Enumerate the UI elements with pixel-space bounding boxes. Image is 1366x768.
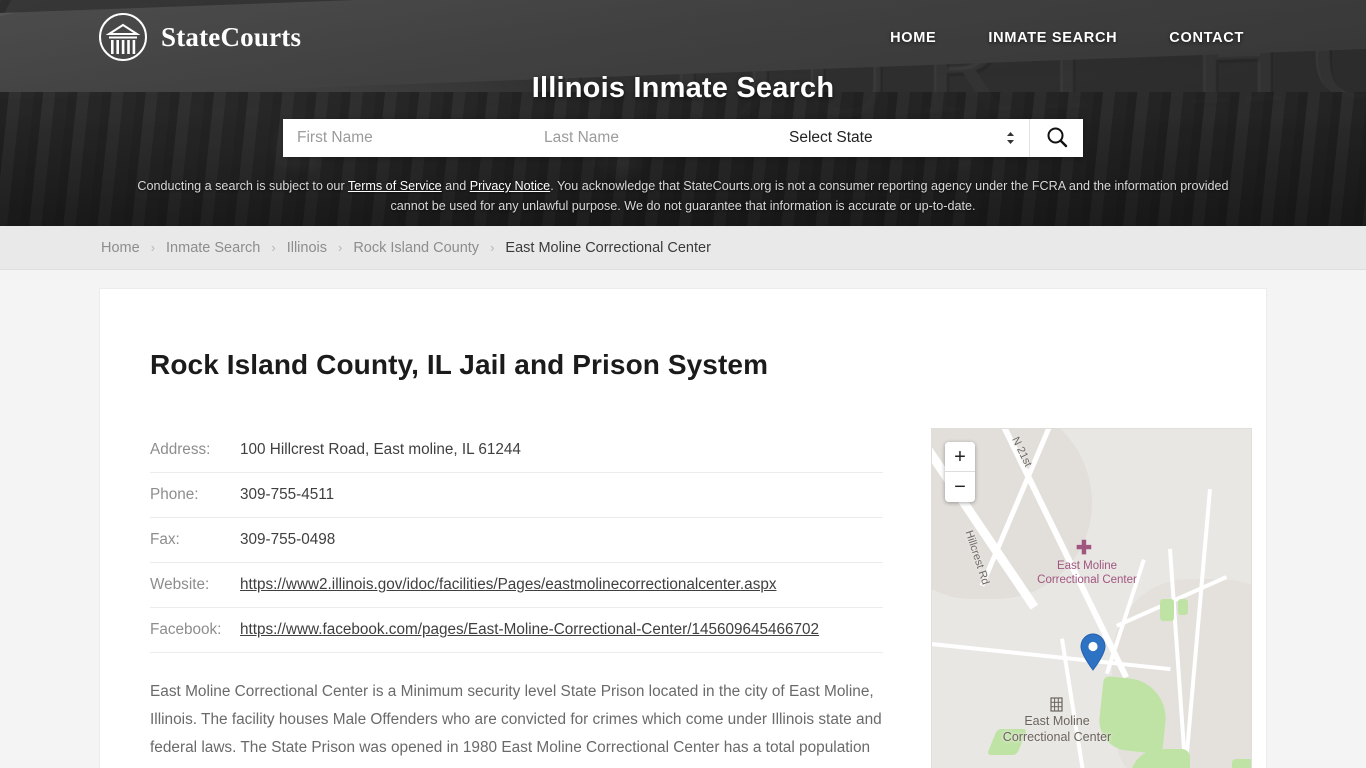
- main-navigation: HOME INMATE SEARCH CONTACT: [864, 26, 1270, 50]
- info-value-facebook-link[interactable]: https://www.facebook.com/pages/East-Moli…: [240, 621, 819, 638]
- breadcrumb-item-home[interactable]: Home: [101, 240, 140, 256]
- info-value-fax: 309-755-0498: [240, 531, 336, 548]
- breadcrumb-item-rock-island-county[interactable]: Rock Island County: [353, 240, 479, 256]
- map-facility-label: East Moline Correctional Center: [972, 713, 1142, 745]
- info-value-address: 100 Hillcrest Road, East moline, IL 6124…: [240, 441, 521, 458]
- chevron-updown-icon: [1006, 131, 1015, 145]
- nav-item-home[interactable]: HOME: [864, 26, 962, 50]
- map-park-area: [1178, 599, 1188, 615]
- inmate-search-bar: Select State: [283, 119, 1083, 157]
- info-label-website: Website:: [150, 576, 210, 593]
- state-select-value: Select State: [789, 129, 873, 146]
- map-facility-label-line1: East Moline: [1024, 714, 1090, 728]
- info-label-phone: Phone:: [150, 486, 199, 503]
- map-column: N 21st Hillcrest Rd ✚ East Moline Correc…: [931, 428, 1252, 768]
- facility-info-table: Address: 100 Hillcrest Road, East moline…: [150, 428, 883, 653]
- disclaimer-text-1: Conducting a search is subject to our: [137, 179, 348, 193]
- courthouse-logo-icon: [98, 12, 148, 62]
- content-card: Rock Island County, IL Jail and Prison S…: [99, 288, 1267, 768]
- table-row: Facebook: https://www.facebook.com/pages…: [150, 608, 883, 653]
- table-row: Phone: 309-755-4511: [150, 473, 883, 518]
- disclaimer-text-2: and: [441, 179, 470, 193]
- privacy-notice-link[interactable]: Privacy Notice: [470, 179, 550, 193]
- breadcrumb-item-illinois[interactable]: Illinois: [287, 240, 327, 256]
- nav-item-contact[interactable]: CONTACT: [1143, 26, 1270, 50]
- info-value-phone: 309-755-4511: [240, 486, 335, 503]
- content-body: Address: 100 Hillcrest Road, East moline…: [150, 428, 1252, 768]
- table-row: Address: 100 Hillcrest Road, East moline…: [150, 428, 883, 473]
- map-poi-label-line2: Correctional Center: [1037, 574, 1137, 586]
- info-label-facebook: Facebook:: [150, 621, 222, 638]
- map-park-area: [1160, 599, 1174, 621]
- breadcrumb-item-inmate-search[interactable]: Inmate Search: [166, 240, 260, 256]
- facility-map[interactable]: N 21st Hillcrest Rd ✚ East Moline Correc…: [931, 428, 1252, 768]
- hero-title: Illinois Inmate Search: [531, 72, 835, 104]
- table-row: Fax: 309-755-0498: [150, 518, 883, 563]
- map-zoom-out-button[interactable]: −: [945, 472, 975, 502]
- cross-hospital-icon: ✚: [1076, 538, 1092, 559]
- facility-description: East Moline Correctional Center is a Min…: [150, 678, 883, 768]
- first-name-input[interactable]: [283, 119, 530, 157]
- site-header: COURT HOUSE StateCourts HOME INM: [0, 0, 1366, 226]
- map-poi-label: East Moline Correctional Center: [1012, 559, 1162, 587]
- info-label-address: Address:: [150, 441, 211, 458]
- map-park-area: [1232, 759, 1251, 768]
- search-button[interactable]: [1030, 119, 1083, 157]
- map-zoom-in-button[interactable]: +: [945, 442, 975, 472]
- last-name-input[interactable]: [530, 119, 775, 157]
- breadcrumb-separator-icon: ›: [150, 240, 156, 255]
- breadcrumb-item-current: East Moline Correctional Center: [505, 239, 711, 256]
- brand-name: StateCourts: [161, 21, 302, 52]
- nav-item-inmate-search[interactable]: INMATE SEARCH: [962, 26, 1143, 50]
- description-text-1: East Moline Correctional Center is a Min…: [150, 683, 882, 768]
- map-zoom-controls: + −: [945, 442, 975, 502]
- search-icon: [1045, 125, 1069, 152]
- breadcrumb-separator-icon: ›: [490, 240, 495, 255]
- breadcrumb-bar: Home › Inmate Search › Illinois › Rock I…: [0, 226, 1366, 270]
- search-disclaimer: Conducting a search is subject to our Te…: [133, 176, 1233, 216]
- info-label-fax: Fax:: [150, 531, 180, 548]
- terms-of-service-link[interactable]: Terms of Service: [348, 179, 442, 193]
- facility-details-column: Address: 100 Hillcrest Road, East moline…: [150, 428, 883, 768]
- breadcrumb: Home › Inmate Search › Illinois › Rock I…: [101, 240, 711, 256]
- brand-logo[interactable]: StateCourts: [98, 12, 301, 62]
- map-facility-label-line2: Correctional Center: [1002, 730, 1112, 744]
- table-row: Website: https://www2.illinois.gov/idoc/…: [150, 563, 883, 608]
- page-title: Rock Island County, IL Jail and Prison S…: [150, 349, 769, 380]
- breadcrumb-separator-icon: ›: [337, 240, 343, 255]
- map-poi-label-line1: East Moline: [1056, 560, 1118, 572]
- info-value-website-link[interactable]: https://www2.illinois.gov/idoc/facilitie…: [240, 576, 777, 593]
- map-pin-icon[interactable]: [1079, 633, 1107, 676]
- state-select[interactable]: Select State: [775, 119, 1030, 157]
- breadcrumb-separator-icon: ›: [271, 240, 276, 255]
